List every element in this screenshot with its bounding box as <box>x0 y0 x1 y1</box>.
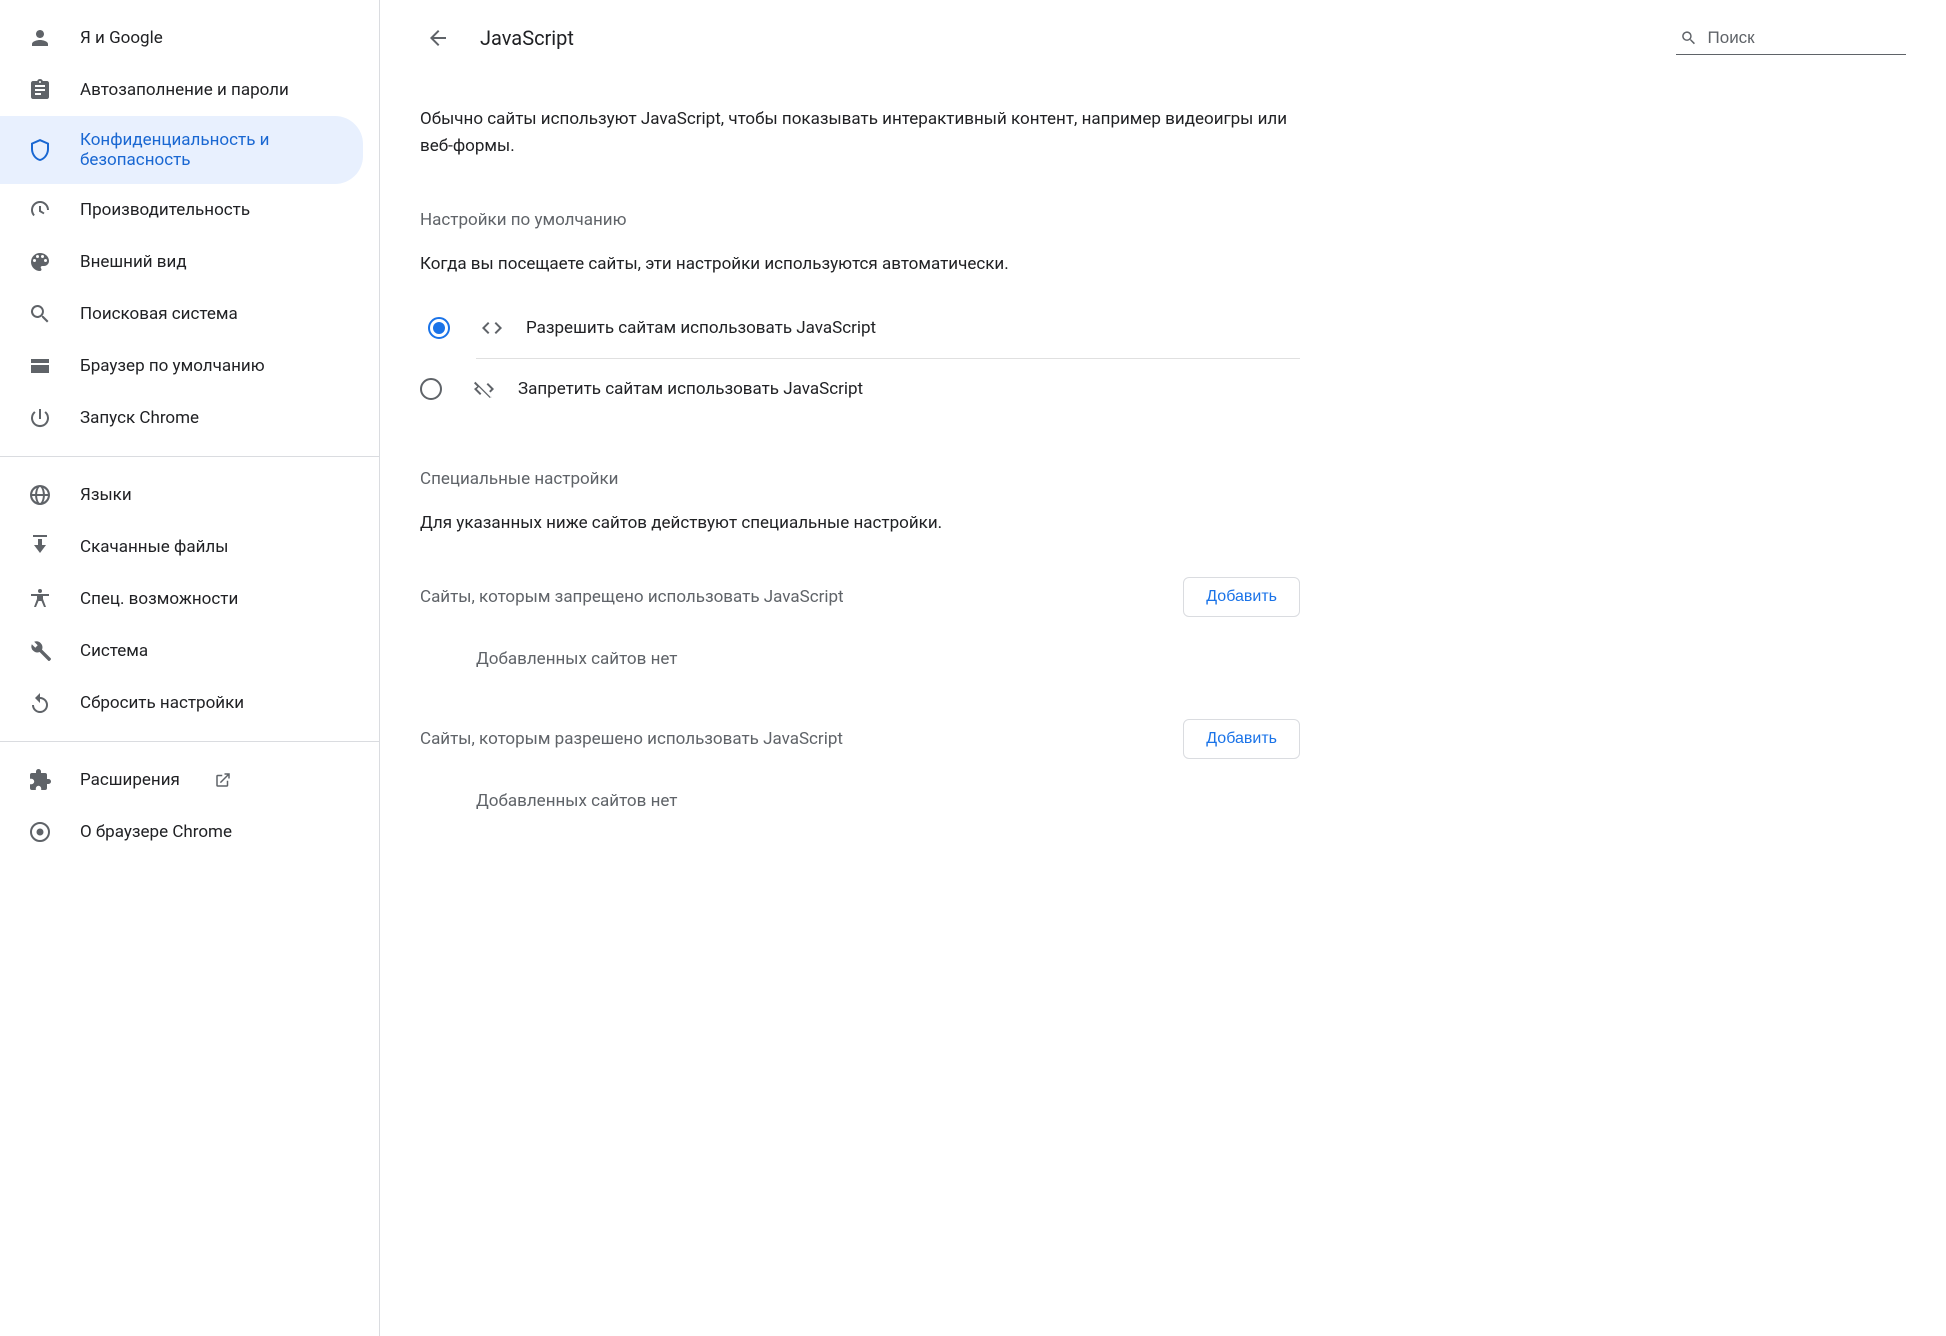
sidebar-item-label: Производительность <box>80 200 250 220</box>
sidebar-divider <box>0 741 379 742</box>
sidebar-item-downloads[interactable]: Скачанные файлы <box>0 521 363 573</box>
person-icon <box>28 26 52 50</box>
power-icon <box>28 406 52 430</box>
sidebar-item-label: Конфиденциальность и безопасность <box>80 130 343 170</box>
add-allowed-site-button[interactable]: Добавить <box>1183 719 1300 759</box>
sidebar-item-label: Сбросить настройки <box>80 693 244 713</box>
blocked-sites-empty: Добавленных сайтов нет <box>420 631 1300 719</box>
sidebar-item-label: Языки <box>80 485 132 505</box>
search-box[interactable] <box>1676 22 1906 55</box>
sidebar-item-reset-settings[interactable]: Сбросить настройки <box>0 677 363 729</box>
sidebar-item-system[interactable]: Система <box>0 625 363 677</box>
back-button[interactable] <box>420 20 456 56</box>
download-icon <box>28 535 52 559</box>
shield-icon <box>28 138 52 162</box>
sidebar-item-label: Внешний вид <box>80 252 187 272</box>
default-behavior-radio-group: Разрешить сайтам использовать JavaScript… <box>420 298 1300 419</box>
sidebar-item-extensions[interactable]: Расширения <box>0 754 363 806</box>
sidebar-item-performance[interactable]: Производительность <box>0 184 363 236</box>
code-off-icon <box>472 377 496 401</box>
sidebar-item-label: Спец. возможности <box>80 589 238 609</box>
radio-button-checked <box>428 317 450 339</box>
sidebar-divider <box>0 456 379 457</box>
search-icon <box>28 302 52 326</box>
default-behavior-subtitle: Когда вы посещаете сайты, эти настройки … <box>420 254 1300 274</box>
page-description: Обычно сайты используют JavaScript, чтоб… <box>420 106 1300 160</box>
sidebar-item-about-chrome[interactable]: О браузере Chrome <box>0 806 363 858</box>
allowed-sites-empty: Добавленных сайтов нет <box>420 773 1300 861</box>
globe-icon <box>28 483 52 507</box>
sidebar-item-label: Я и Google <box>80 28 163 48</box>
page-title: JavaScript <box>480 26 1652 50</box>
sidebar-item-label: О браузере Chrome <box>80 822 232 842</box>
sidebar-item-label: Система <box>80 641 148 661</box>
radio-label: Запретить сайтам использовать JavaScript <box>518 379 863 399</box>
radio-block-javascript[interactable]: Запретить сайтам использовать JavaScript <box>476 358 1300 419</box>
default-behavior-title: Настройки по умолчанию <box>420 210 1300 230</box>
page-header: JavaScript <box>420 20 1906 56</box>
content-area: Обычно сайты используют JavaScript, чтоб… <box>420 106 1300 861</box>
sidebar-item-label: Автозаполнение и пароли <box>80 80 289 100</box>
chrome-icon <box>28 820 52 844</box>
sidebar-item-accessibility[interactable]: Спец. возможности <box>0 573 363 625</box>
sidebar-item-label: Поисковая система <box>80 304 238 324</box>
main-content: JavaScript Обычно сайты используют JavaS… <box>380 0 1946 1336</box>
reset-icon <box>28 691 52 715</box>
allowed-sites-title: Сайты, которым разрешено использовать Ja… <box>420 729 843 749</box>
sidebar-item-languages[interactable]: Языки <box>0 469 363 521</box>
search-icon <box>1680 28 1698 48</box>
sidebar-item-label: Браузер по умолчанию <box>80 356 265 376</box>
allowed-sites-header: Сайты, которым разрешено использовать Ja… <box>420 719 1300 759</box>
sidebar-item-appearance[interactable]: Внешний вид <box>0 236 363 288</box>
sidebar-item-autofill[interactable]: Автозаполнение и пароли <box>0 64 363 116</box>
sidebar-item-default-browser[interactable]: Браузер по умолчанию <box>0 340 363 392</box>
code-icon <box>480 316 504 340</box>
sidebar-item-search-engine[interactable]: Поисковая система <box>0 288 363 340</box>
blocked-sites-header: Сайты, которым запрещено использовать Ja… <box>420 577 1300 617</box>
sidebar-item-you-and-google[interactable]: Я и Google <box>0 12 363 64</box>
open-in-new-icon <box>214 771 232 789</box>
radio-button-unchecked <box>420 378 442 400</box>
blocked-sites-title: Сайты, которым запрещено использовать Ja… <box>420 587 844 607</box>
sidebar-item-label: Запуск Chrome <box>80 408 199 428</box>
palette-icon <box>28 250 52 274</box>
speedometer-icon <box>28 198 52 222</box>
custom-behavior-title: Специальные настройки <box>420 469 1300 489</box>
search-input[interactable] <box>1708 28 1902 48</box>
accessibility-icon <box>28 587 52 611</box>
sidebar-item-label: Расширения <box>80 770 180 790</box>
sidebar-item-privacy-security[interactable]: Конфиденциальность и безопасность <box>0 116 363 184</box>
radio-label: Разрешить сайтам использовать JavaScript <box>526 318 876 338</box>
sidebar-item-label: Скачанные файлы <box>80 537 228 557</box>
browser-icon <box>28 354 52 378</box>
wrench-icon <box>28 639 52 663</box>
sidebar-item-on-startup[interactable]: Запуск Chrome <box>0 392 363 444</box>
add-blocked-site-button[interactable]: Добавить <box>1183 577 1300 617</box>
custom-behavior-subtitle: Для указанных ниже сайтов действуют спец… <box>420 513 1300 533</box>
sidebar: Я и Google Автозаполнение и пароли Конфи… <box>0 0 380 1336</box>
extension-icon <box>28 768 52 792</box>
clipboard-icon <box>28 78 52 102</box>
radio-allow-javascript[interactable]: Разрешить сайтам использовать JavaScript <box>420 298 1300 358</box>
